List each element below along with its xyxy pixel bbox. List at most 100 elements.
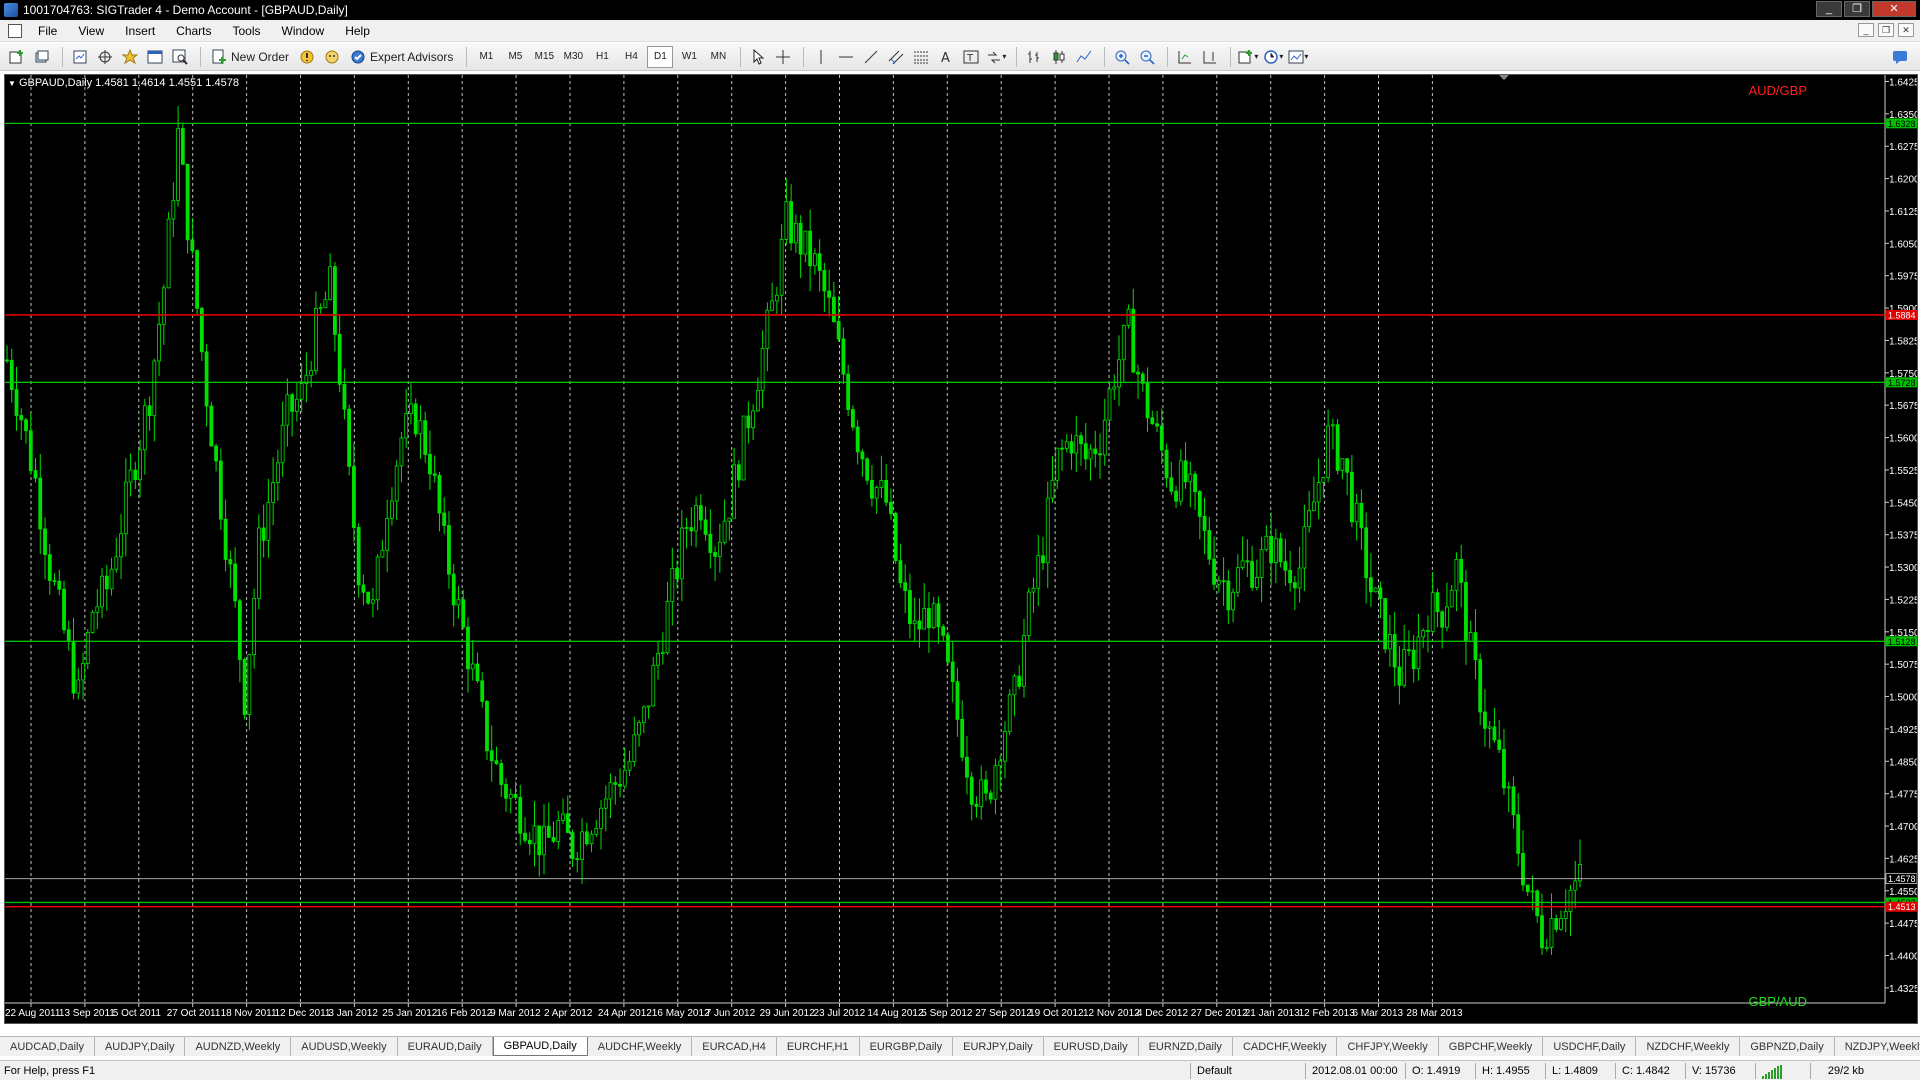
chart-tab[interactable]: NZDJPY,Weekly: [1835, 1037, 1920, 1056]
market-watch-button[interactable]: [69, 46, 91, 68]
candle-body: [855, 426, 860, 453]
vertical-line-tool-button[interactable]: [810, 46, 832, 68]
periods-button[interactable]: ▾: [1262, 46, 1284, 68]
menu-charts[interactable]: Charts: [166, 24, 222, 38]
candle-body: [24, 419, 28, 432]
templates-button[interactable]: ▾: [1287, 46, 1309, 68]
chart-tab[interactable]: CADCHF,Weekly: [1233, 1037, 1338, 1056]
indicators-dropdown-icon[interactable]: ▾: [1254, 52, 1258, 61]
status-profile[interactable]: Default: [1190, 1062, 1305, 1079]
indicators-button[interactable]: ▾: [1237, 46, 1259, 68]
text-label-tool-button[interactable]: T: [960, 46, 982, 68]
price-chart[interactable]: 22 Aug 201113 Sep 20115 Oct 2011 27 Oct 2…: [5, 75, 1917, 1023]
fibonacci-tool-button[interactable]: [910, 46, 932, 68]
equidistant-channel-tool-button[interactable]: [885, 46, 907, 68]
chart-tab[interactable]: EURCAD,H4: [692, 1037, 777, 1056]
x-tick-label: 7 Jun 2012: [706, 1008, 756, 1019]
chart-tab[interactable]: AUDUSD,Weekly: [291, 1037, 398, 1056]
chart-tab[interactable]: AUDNZD,Weekly: [185, 1037, 292, 1056]
chart-shift-button[interactable]: [1199, 46, 1221, 68]
metaeditor-button[interactable]: [296, 46, 318, 68]
autoscroll-button[interactable]: [1174, 46, 1196, 68]
period-w1[interactable]: W1: [676, 46, 702, 68]
data-window-button[interactable]: [94, 46, 116, 68]
bar-chart-button[interactable]: [1023, 46, 1045, 68]
arrows-dropdown-icon[interactable]: ▾: [1002, 52, 1006, 61]
connection-status-icon[interactable]: [1755, 1062, 1810, 1079]
new-chart-button[interactable]: [6, 46, 28, 68]
candle-body: [727, 517, 732, 522]
mdi-restore-button[interactable]: ❐: [1878, 23, 1894, 37]
maximize-button[interactable]: ❐: [1844, 1, 1870, 17]
trendline-icon: [865, 50, 878, 63]
arrows-tool-button[interactable]: ▾: [985, 46, 1007, 68]
period-m15[interactable]: M15: [531, 46, 557, 68]
menu-file[interactable]: File: [28, 24, 68, 38]
chart-tab[interactable]: GBPNZD,Daily: [1740, 1037, 1835, 1056]
menu-help[interactable]: Help: [335, 24, 381, 38]
expert-advisors-button[interactable]: Expert Advisors: [346, 46, 457, 68]
candle-body: [252, 598, 257, 656]
menu-insert[interactable]: Insert: [115, 24, 166, 38]
terminal-button[interactable]: [144, 46, 166, 68]
period-m1[interactable]: M1: [473, 46, 499, 68]
candle-body: [499, 763, 504, 785]
trendline-tool-button[interactable]: [860, 46, 882, 68]
period-d1[interactable]: D1: [647, 45, 674, 68]
menu-tools[interactable]: Tools: [223, 24, 272, 38]
chart-tab[interactable]: EURJPY,Daily: [953, 1037, 1044, 1056]
chart-tab[interactable]: GBPAUD,Daily: [492, 1037, 588, 1056]
chart-tab[interactable]: AUDCAD,Daily: [0, 1037, 95, 1056]
line-chart-button[interactable]: [1073, 46, 1095, 68]
menu-window[interactable]: Window: [272, 24, 336, 38]
horizontal-line-tool-button[interactable]: [835, 46, 857, 68]
candlestick-chart-button[interactable]: [1048, 46, 1070, 68]
mdi-close-button[interactable]: ✕: [1898, 23, 1914, 37]
cursor-tool-button[interactable]: [747, 46, 769, 68]
strategy-tester-button[interactable]: [169, 46, 191, 68]
candle-body: [323, 299, 328, 309]
candle-body: [504, 784, 508, 799]
period-mn[interactable]: MN: [705, 46, 731, 68]
text-tool-button[interactable]: A: [935, 46, 957, 68]
templates-dropdown-icon[interactable]: ▾: [1304, 52, 1308, 61]
chart-window[interactable]: 22 Aug 2011 13 Sep 2011 5 Oct 2011 27 Oct 2…: [4, 74, 1918, 1024]
chart-tab[interactable]: EURGBP,Daily: [860, 1037, 954, 1056]
chart-tab[interactable]: AUDJPY,Daily: [95, 1037, 186, 1056]
y-tick-label: 1.4625: [1889, 854, 1917, 865]
period-h4[interactable]: H4: [618, 46, 644, 68]
zoom-out-button[interactable]: [1136, 46, 1158, 68]
level-price-label: 1.5884: [1888, 310, 1916, 320]
chart-tab[interactable]: EURCHF,H1: [777, 1037, 860, 1056]
candle-body: [950, 661, 955, 683]
candle-body: [698, 505, 703, 521]
zoom-in-button[interactable]: [1111, 46, 1133, 68]
minimize-button[interactable]: _: [1816, 1, 1842, 17]
chart-tab[interactable]: CHFJPY,Weekly: [1337, 1037, 1439, 1056]
periods-dropdown-icon[interactable]: ▾: [1279, 52, 1283, 61]
crosshair-tool-button[interactable]: [772, 46, 794, 68]
period-m5[interactable]: M5: [502, 46, 528, 68]
period-m30[interactable]: M30: [560, 46, 586, 68]
close-button[interactable]: ✕: [1872, 1, 1916, 17]
chart-tab[interactable]: GBPCHF,Weekly: [1439, 1037, 1544, 1056]
chart-document-icon[interactable]: [8, 23, 22, 38]
navigator-button[interactable]: [119, 46, 141, 68]
experts-properties-button[interactable]: [321, 46, 343, 68]
chart-tab[interactable]: EURAUD,Daily: [398, 1037, 493, 1056]
profiles-button[interactable]: [31, 46, 53, 68]
chart-tab[interactable]: USDCHF,Daily: [1543, 1037, 1637, 1056]
new-order-button[interactable]: New Order: [207, 46, 293, 68]
menu-view[interactable]: View: [68, 24, 115, 38]
chart-tab[interactable]: AUDCHF,Weekly: [588, 1037, 693, 1056]
market-watch-icon: [73, 50, 87, 63]
period-h1[interactable]: H1: [589, 46, 615, 68]
chat-button[interactable]: [1889, 46, 1911, 68]
x-tick-label: 4 Dec 2012: [1137, 1008, 1189, 1019]
chart-tab[interactable]: NZDCHF,Weekly: [1636, 1037, 1741, 1056]
chart-tab[interactable]: EURNZD,Daily: [1139, 1037, 1233, 1056]
toolbar: New Order Expert Advisors M1 M5 M15 M30 …: [0, 43, 1920, 71]
mdi-minimize-button[interactable]: _: [1858, 23, 1874, 37]
chart-tab[interactable]: EURUSD,Daily: [1044, 1037, 1139, 1056]
candle-body: [1269, 535, 1274, 564]
